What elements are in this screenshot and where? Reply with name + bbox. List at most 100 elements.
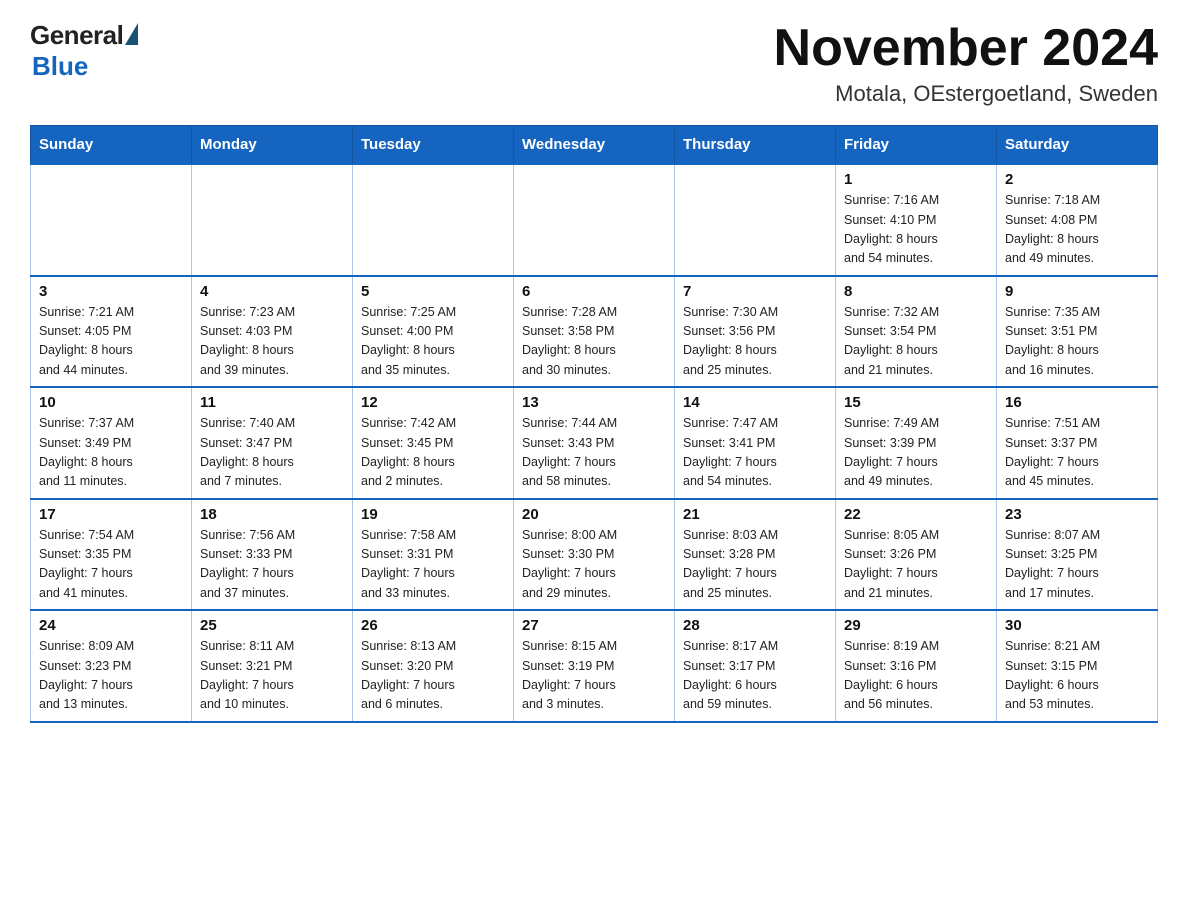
day-number: 26 [361, 617, 505, 634]
day-info: Sunrise: 8:05 AMSunset: 3:26 PMDaylight:… [844, 526, 988, 604]
day-number: 14 [683, 394, 827, 411]
calendar-cell: 23 Sunrise: 8:07 AMSunset: 3:25 PMDayligh… [997, 499, 1158, 611]
calendar-cell: 19 Sunrise: 7:58 AMSunset: 3:31 PMDayligh… [353, 499, 514, 611]
calendar-cell: 18 Sunrise: 7:56 AMSunset: 3:33 PMDayligh… [192, 499, 353, 611]
day-number: 3 [39, 283, 183, 300]
day-number: 18 [200, 506, 344, 523]
day-info: Sunrise: 7:16 AMSunset: 4:10 PMDaylight:… [844, 191, 988, 269]
day-info: Sunrise: 7:25 AMSunset: 4:00 PMDaylight:… [361, 303, 505, 381]
day-number: 19 [361, 506, 505, 523]
calendar-cell: 20 Sunrise: 8:00 AMSunset: 3:30 PMDayligh… [514, 499, 675, 611]
day-info: Sunrise: 8:13 AMSunset: 3:20 PMDaylight:… [361, 637, 505, 715]
day-info: Sunrise: 7:28 AMSunset: 3:58 PMDaylight:… [522, 303, 666, 381]
day-info: Sunrise: 7:42 AMSunset: 3:45 PMDaylight:… [361, 414, 505, 492]
logo: General Blue [30, 20, 138, 82]
calendar-cell: 8Sunrise: 7:32 AMSunset: 3:54 PMDaylight… [836, 276, 997, 388]
calendar-week-row: 3 Sunrise: 7:21 AMSunset: 4:05 PMDaylight… [31, 276, 1158, 388]
calendar-cell: 5 Sunrise: 7:25 AMSunset: 4:00 PMDaylight… [353, 276, 514, 388]
calendar-cell: 9 Sunrise: 7:35 AMSunset: 3:51 PMDaylight… [997, 276, 1158, 388]
day-number: 12 [361, 394, 505, 411]
calendar-cell: 1 Sunrise: 7:16 AMSunset: 4:10 PMDaylight… [836, 164, 997, 276]
calendar-cell: 10 Sunrise: 7:37 AMSunset: 3:49 PMDayligh… [31, 387, 192, 499]
calendar-cell [514, 164, 675, 276]
day-info: Sunrise: 7:51 AMSunset: 3:37 PMDaylight:… [1005, 414, 1149, 492]
calendar-cell: 15 Sunrise: 7:49 AMSunset: 3:39 PMDayligh… [836, 387, 997, 499]
day-number: 9 [1005, 283, 1149, 300]
location-title: Motala, OEstergoetland, Sweden [774, 81, 1158, 107]
day-info: Sunrise: 7:47 AMSunset: 3:41 PMDaylight:… [683, 414, 827, 492]
calendar-header-friday: Friday [836, 126, 997, 165]
calendar-cell: 26 Sunrise: 8:13 AMSunset: 3:20 PMDayligh… [353, 610, 514, 722]
day-info: Sunrise: 7:56 AMSunset: 3:33 PMDaylight:… [200, 526, 344, 604]
calendar-cell: 30 Sunrise: 8:21 AMSunset: 3:15 PMDayligh… [997, 610, 1158, 722]
day-info: Sunrise: 8:00 AMSunset: 3:30 PMDaylight:… [522, 526, 666, 604]
logo-blue-text: Blue [30, 51, 88, 82]
calendar-week-row: 10 Sunrise: 7:37 AMSunset: 3:49 PMDayligh… [31, 387, 1158, 499]
calendar-cell: 12 Sunrise: 7:42 AMSunset: 3:45 PMDayligh… [353, 387, 514, 499]
calendar-cell: 17 Sunrise: 7:54 AMSunset: 3:35 PMDayligh… [31, 499, 192, 611]
day-info: Sunrise: 7:49 AMSunset: 3:39 PMDaylight:… [844, 414, 988, 492]
day-number: 2 [1005, 171, 1149, 188]
day-number: 25 [200, 617, 344, 634]
day-info: Sunrise: 7:30 AMSunset: 3:56 PMDaylight:… [683, 303, 827, 381]
day-number: 30 [1005, 617, 1149, 634]
day-number: 24 [39, 617, 183, 634]
day-number: 10 [39, 394, 183, 411]
day-number: 27 [522, 617, 666, 634]
calendar-cell: 21Sunrise: 8:03 AMSunset: 3:28 PMDayligh… [675, 499, 836, 611]
calendar-header-thursday: Thursday [675, 126, 836, 165]
day-number: 23 [1005, 506, 1149, 523]
calendar-cell: 16 Sunrise: 7:51 AMSunset: 3:37 PMDayligh… [997, 387, 1158, 499]
day-info: Sunrise: 7:23 AMSunset: 4:03 PMDaylight:… [200, 303, 344, 381]
day-info: Sunrise: 7:18 AMSunset: 4:08 PMDaylight:… [1005, 191, 1149, 269]
day-info: Sunrise: 7:37 AMSunset: 3:49 PMDaylight:… [39, 414, 183, 492]
day-number: 22 [844, 506, 988, 523]
day-info: Sunrise: 7:54 AMSunset: 3:35 PMDaylight:… [39, 526, 183, 604]
calendar-cell: 6 Sunrise: 7:28 AMSunset: 3:58 PMDaylight… [514, 276, 675, 388]
calendar-header-row: SundayMondayTuesdayWednesdayThursdayFrid… [31, 126, 1158, 165]
day-info: Sunrise: 7:58 AMSunset: 3:31 PMDaylight:… [361, 526, 505, 604]
calendar-header-sunday: Sunday [31, 126, 192, 165]
day-info: Sunrise: 8:07 AMSunset: 3:25 PMDaylight:… [1005, 526, 1149, 604]
calendar-cell: 7Sunrise: 7:30 AMSunset: 3:56 PMDaylight… [675, 276, 836, 388]
calendar-cell [192, 164, 353, 276]
day-number: 5 [361, 283, 505, 300]
day-info: Sunrise: 7:32 AMSunset: 3:54 PMDaylight:… [844, 303, 988, 381]
month-title: November 2024 [774, 20, 1158, 77]
day-info: Sunrise: 7:35 AMSunset: 3:51 PMDaylight:… [1005, 303, 1149, 381]
calendar-cell: 14 Sunrise: 7:47 AMSunset: 3:41 PMDayligh… [675, 387, 836, 499]
day-info: Sunrise: 8:09 AMSunset: 3:23 PMDaylight:… [39, 637, 183, 715]
day-info: Sunrise: 7:44 AMSunset: 3:43 PMDaylight:… [522, 414, 666, 492]
calendar-cell: 22 Sunrise: 8:05 AMSunset: 3:26 PMDayligh… [836, 499, 997, 611]
day-number: 1 [844, 171, 988, 188]
day-number: 17 [39, 506, 183, 523]
day-number: 4 [200, 283, 344, 300]
calendar-cell: 27 Sunrise: 8:15 AMSunset: 3:19 PMDayligh… [514, 610, 675, 722]
calendar-cell: 25 Sunrise: 8:11 AMSunset: 3:21 PMDayligh… [192, 610, 353, 722]
page-header: General Blue November 2024 Motala, OEste… [30, 20, 1158, 107]
day-info: Sunrise: 7:40 AMSunset: 3:47 PMDaylight:… [200, 414, 344, 492]
title-block: November 2024 Motala, OEstergoetland, Sw… [774, 20, 1158, 107]
day-info: Sunrise: 8:11 AMSunset: 3:21 PMDaylight:… [200, 637, 344, 715]
calendar-cell: 24 Sunrise: 8:09 AMSunset: 3:23 PMDayligh… [31, 610, 192, 722]
calendar-cell [31, 164, 192, 276]
day-number: 16 [1005, 394, 1149, 411]
calendar-cell [675, 164, 836, 276]
day-number: 20 [522, 506, 666, 523]
calendar-cell: 2 Sunrise: 7:18 AMSunset: 4:08 PMDaylight… [997, 164, 1158, 276]
day-number: 13 [522, 394, 666, 411]
day-number: 11 [200, 394, 344, 411]
calendar-cell: 28Sunrise: 8:17 AMSunset: 3:17 PMDayligh… [675, 610, 836, 722]
calendar-table: SundayMondayTuesdayWednesdayThursdayFrid… [30, 125, 1158, 723]
calendar-week-row: 1 Sunrise: 7:16 AMSunset: 4:10 PMDaylight… [31, 164, 1158, 276]
calendar-header-tuesday: Tuesday [353, 126, 514, 165]
day-number: 6 [522, 283, 666, 300]
day-info: Sunrise: 8:15 AMSunset: 3:19 PMDaylight:… [522, 637, 666, 715]
day-number: 15 [844, 394, 988, 411]
day-info: Sunrise: 7:21 AMSunset: 4:05 PMDaylight:… [39, 303, 183, 381]
day-number: 28 [683, 617, 827, 634]
day-number: 29 [844, 617, 988, 634]
day-info: Sunrise: 8:21 AMSunset: 3:15 PMDaylight:… [1005, 637, 1149, 715]
calendar-header-monday: Monday [192, 126, 353, 165]
calendar-cell [353, 164, 514, 276]
